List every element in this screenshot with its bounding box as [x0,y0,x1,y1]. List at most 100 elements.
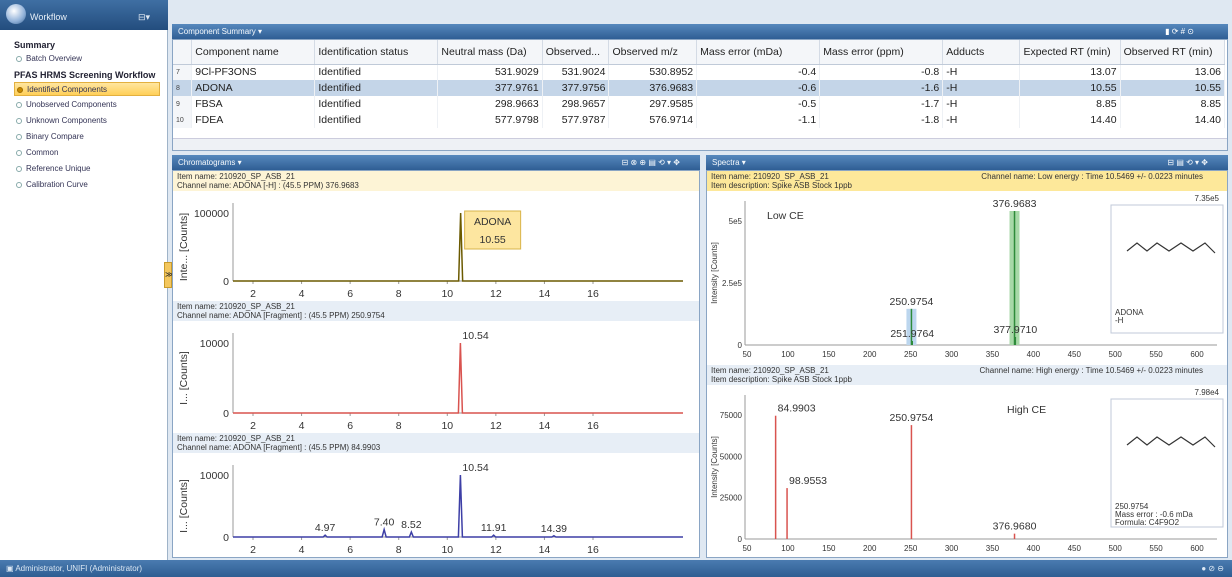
workflow-sidebar: Workflow ⊟▾ Summary Batch Overview PFAS … [0,0,168,560]
sidebar-item-label: Identified Components [27,85,108,94]
chromatograms-panel: Item name: 210920_SP_ASB_21 Channel name:… [172,170,700,570]
component-summary-title[interactable]: Component Summary ▾ [178,27,262,36]
status-user: Administrator, UNIFI (Administrator) [15,564,143,573]
app-logo-icon [6,4,26,24]
y-tick-label: 50000 [720,452,743,461]
table-cell: FDEA [191,112,316,128]
column-header[interactable]: Identification status [314,40,439,65]
structure-info: Formula: C4F9O2 [1115,518,1180,527]
spectra-plot[interactable]: Item name: 210920_SP_ASB_21Item descript… [707,171,1227,565]
spectra-toolbar-icons[interactable]: ⊟ ▤ ⟲ ▾ ✥ [1167,155,1208,170]
table-cell: -1.1 [696,112,821,128]
spectrum-channel: Channel name: High energy : Time 10.5469… [980,366,1203,375]
peak-label: 7.40 [374,517,395,529]
column-header[interactable]: Mass error (mDa) [696,40,821,65]
column-header[interactable]: Component name [191,40,316,65]
x-tick-label: 250 [904,350,918,359]
x-tick-label: 550 [1149,350,1163,359]
row-number-header [173,40,193,65]
column-header[interactable]: Expected RT (min) [1019,40,1121,65]
table-cell: -H [942,80,1021,96]
chromatograms-title[interactable]: Chromatograms ▾ [178,158,242,167]
table-cell: -0.8 [819,64,944,80]
sidebar-item[interactable]: Calibration Curve [14,178,160,192]
spectrum-max: 7.98e4 [1195,388,1220,397]
table-row[interactable]: 9 FBSA Identified 298.9663 298.9657 297.9585-… [173,96,1226,112]
table-cell: 376.9683 [608,80,698,96]
table-row[interactable]: 8 ADONA Identified 377.9761 377.9756 376.9683… [173,80,1226,96]
spectrum-item-name: Item name: 210920_SP_ASB_21 [711,366,829,375]
status-icons[interactable]: ● ⊘ ⊖ [1201,560,1224,577]
table-cell: Identified [314,96,439,112]
y-axis-label: Intensity [Counts] [710,242,719,304]
sidebar-collapse-handle[interactable]: ≫ [164,262,173,288]
sidebar-item-batch-overview[interactable]: Batch Overview [14,52,160,66]
x-tick-label: 300 [945,544,959,553]
x-tick-label: 6 [347,544,353,556]
sidebar-header: Workflow ⊟▾ [0,0,168,30]
chromatogram-trace: Item name: 210920_SP_ASB_21Channel name:… [173,171,699,300]
table-row[interactable]: 7 9Cl-PF3ONS Identified 531.9029 531.9024 530… [173,64,1226,80]
spectra-title[interactable]: Spectra ▾ [712,158,746,167]
x-tick-label: 6 [347,288,353,300]
table-row[interactable]: 10 FDEA Identified 577.9798 577.9787 576.9714… [173,112,1226,128]
sidebar-item[interactable]: Identified Components [14,82,160,96]
sidebar-item-label: Unknown Components [26,116,107,125]
y-tick-label: 75000 [720,411,743,420]
column-header[interactable]: Observed RT (min) [1120,40,1226,65]
table-cell: 13.06 [1120,64,1226,80]
x-tick-label: 12 [490,544,502,556]
sidebar-item[interactable]: Binary Compare [14,130,160,144]
table-cell: Identified [314,112,439,128]
sidebar-item[interactable]: Unknown Components [14,114,160,128]
sidebar-item-label: Calibration Curve [26,180,88,189]
y-tick-label: 5e5 [729,217,743,226]
trace-channel-name: Channel name: ADONA [Fragment] : (45.5 P… [177,443,381,452]
chromatogram-toolbar-icons[interactable]: ⊟ ⊗ ⊕ ▤ ⟲ ▾ ✥ [622,155,680,170]
radio-icon [16,117,22,124]
trace-channel-name: Channel name: ADONA [Fragment] : (45.5 P… [177,311,385,320]
table-toolbar-icons[interactable]: ▮ ⟳ # ⊙ [1165,24,1194,39]
peak-label: 10.54 [462,462,488,474]
x-tick-label: 600 [1190,544,1204,553]
column-header[interactable]: Neutral mass (Da) [437,40,543,65]
y-axis-label: Inte... [Counts] [178,213,190,281]
spectrum-description: Item description: Spike ASB Stock 1ppb [711,375,853,384]
peak-mz-label: 84.9903 [778,403,816,415]
peak-label-rt: 10.55 [480,234,506,246]
sidebar-menu-button[interactable]: ⊟▾ [138,12,160,24]
radio-icon [16,133,22,140]
radio-icon [16,149,22,156]
peak-mz-label: 98.9553 [789,475,827,487]
table-cell: -1.8 [819,112,944,128]
spectrum-channel: Channel name: Low energy : Time 10.5469 … [981,172,1203,181]
spectrum-low: Item name: 210920_SP_ASB_21Item descript… [707,171,1227,359]
y-axis-label: I... [Counts] [178,479,190,533]
chromatograms-plot[interactable]: Item name: 210920_SP_ASB_21Channel name:… [173,171,699,570]
peak-label: 4.97 [315,522,336,534]
column-header[interactable]: Mass error (ppm) [819,40,944,65]
sidebar-item[interactable]: Common [14,146,160,160]
spectra-panel: Item name: 210920_SP_ASB_21 Item descript… [706,170,1228,565]
sidebar-item-label: Reference Unique [26,164,91,173]
sidebar-item[interactable]: Reference Unique [14,162,160,176]
x-tick-label: 250 [904,544,918,553]
x-tick-label: 550 [1149,544,1163,553]
y-axis-label: I... [Counts] [178,351,190,405]
sidebar-item[interactable]: Unobserved Components [14,98,160,112]
summary-grid: Component name Identification status Neutr… [173,40,1226,128]
column-header[interactable]: Observed m/z [608,40,698,65]
table-cell: FBSA [191,96,316,112]
column-header[interactable]: Observed... [542,40,610,65]
table-cell: 531.9029 [437,64,543,80]
peak-label: 10.54 [462,330,488,342]
table-cell: -H [942,64,1021,80]
table-cell: 9Cl-PF3ONS [191,64,316,80]
x-tick-label: 14 [539,544,551,556]
x-tick-label: 150 [822,350,836,359]
row-number: 9 [173,96,193,112]
y-tick-label: 0 [738,341,743,350]
horizontal-scrollbar[interactable] [173,138,1227,150]
x-tick-label: 12 [490,288,502,300]
column-header[interactable]: Adducts [942,40,1021,65]
